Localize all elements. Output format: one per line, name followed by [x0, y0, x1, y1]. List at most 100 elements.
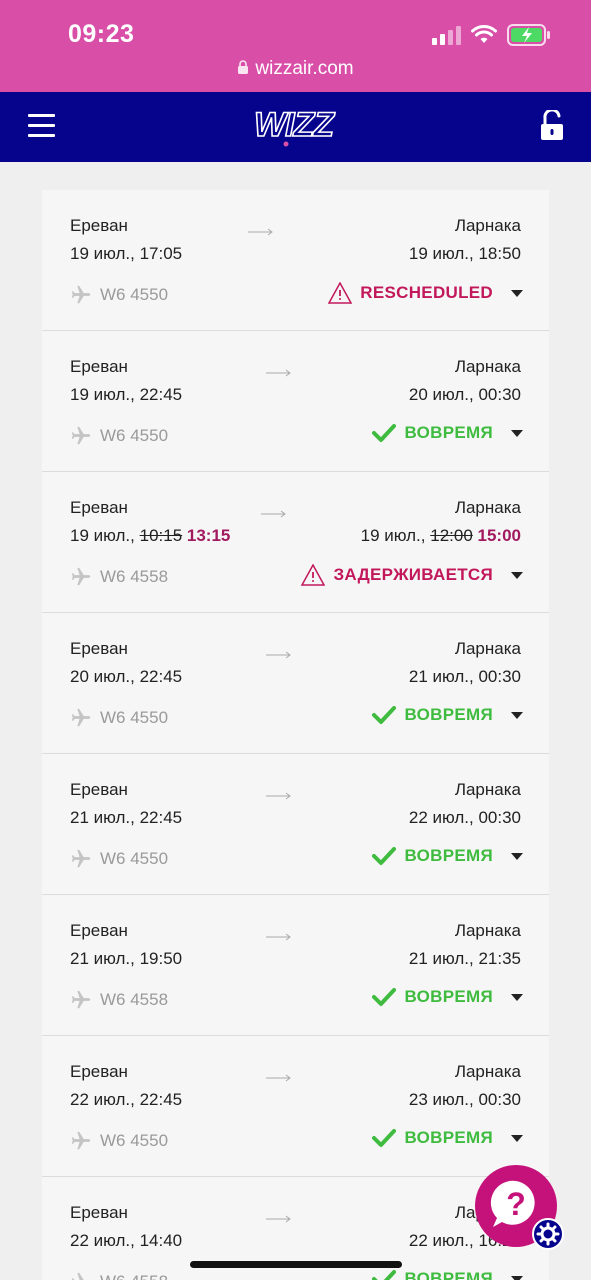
arrival-time: 19 июл., 18:50 [408, 244, 521, 263]
checkmark-icon [372, 847, 397, 865]
chevron-down-icon[interactable] [511, 1134, 523, 1142]
flight-number: W6 4550 [70, 707, 168, 729]
status-on-time[interactable]: ВОВРЕМЯ [372, 846, 523, 866]
battery-charging-icon [507, 24, 550, 46]
arrival-city: Ларнака [454, 357, 521, 376]
arrival-city: Ларнака [454, 921, 521, 940]
departure-old-time: 10:15 [139, 526, 183, 545]
url-text: wizzair.com [255, 58, 354, 79]
flight-number: W6 4550 [70, 1130, 168, 1152]
arrow-right-icon [266, 651, 291, 659]
svg-text:WIZZ: WIZZ [254, 106, 335, 144]
flight-number-text: W6 4550 [100, 849, 169, 868]
status-label: ВОВРЕМЯ [404, 846, 493, 865]
status-label: ВОВРЕМЯ [404, 1269, 493, 1280]
checkmark-icon [372, 988, 397, 1006]
arrival-time: 21 июл., 00:30 [408, 667, 521, 686]
chevron-down-icon[interactable] [511, 429, 523, 437]
chevron-down-icon[interactable] [511, 852, 523, 860]
wizz-logo[interactable]: WIZZ [252, 104, 338, 148]
chevron-down-icon[interactable] [511, 711, 523, 719]
departure-city: Ереван [70, 498, 128, 517]
airplane-icon [71, 849, 91, 868]
arrival-city: Ларнака [454, 780, 521, 799]
status-delayed[interactable]: ЗАДЕРЖИВАЕТСЯ [301, 564, 523, 586]
checkmark-icon [372, 1270, 397, 1280]
clock: 09:23 [68, 20, 135, 48]
status-on-time[interactable]: ВОВРЕМЯ [372, 1128, 523, 1148]
flight-number-text: W6 4558 [100, 1272, 168, 1280]
airplane-icon [71, 426, 91, 445]
arrival-time: 19 июл., 12:00 15:00 [361, 526, 521, 546]
padlock-open-icon[interactable] [539, 110, 565, 142]
arrow-right-icon [266, 933, 291, 941]
arrow-right-icon [266, 1215, 291, 1223]
flight-card[interactable]: Ереван Ларнака 20 июл., 22:45 21 июл., 0… [42, 613, 549, 754]
flight-number-text: W6 4558 [100, 990, 169, 1009]
flight-number: W6 4550 [70, 284, 168, 306]
status-on-time[interactable]: ВОВРЕМЯ [372, 987, 523, 1007]
status-on-time[interactable]: ВОВРЕМЯ [372, 705, 523, 725]
departure-time: 21 июл., 22:45 [70, 808, 183, 827]
arrival-time: 20 июл., 00:30 [408, 385, 521, 404]
status-on-time[interactable]: ВОВРЕМЯ [372, 1269, 523, 1280]
flight-number: W6 4550 [70, 848, 168, 870]
warning-icon [328, 282, 353, 304]
hamburger-icon[interactable] [28, 114, 55, 138]
arrival-city: Ларнака [454, 639, 521, 658]
arrival-time: 22 июл., 00:30 [408, 808, 521, 827]
arrival-city: Ларнака [454, 498, 521, 517]
settings-gear-icon[interactable] [532, 1218, 564, 1250]
svg-text:?: ? [506, 1186, 526, 1222]
chevron-down-icon[interactable] [511, 993, 523, 1001]
departure-city: Ереван [70, 216, 128, 235]
flight-card[interactable]: Ереван Ларнака 22 июл., 22:45 23 июл., 0… [42, 1036, 549, 1177]
checkmark-icon [372, 424, 397, 442]
home-indicator[interactable] [190, 1261, 402, 1268]
checkmark-icon [372, 1129, 397, 1147]
flight-card[interactable]: Ереван Ларнака 21 июл., 19:50 21 июл., 2… [42, 895, 549, 1036]
flight-card[interactable]: Ереван Ларнака 19 июл., 22:45 20 июл., 0… [42, 331, 549, 472]
status-rescheduled[interactable]: RESCHEDULED [328, 282, 523, 304]
flight-number-text: W6 4558 [100, 567, 169, 586]
arrival-time: 23 июл., 00:30 [408, 1090, 521, 1109]
site-header: WIZZ [0, 92, 591, 162]
chevron-down-icon[interactable] [511, 571, 523, 579]
airplane-icon [71, 285, 91, 304]
flight-card[interactable]: Ереван Ларнака 19 июл., 17:05 19 июл., 1… [42, 190, 549, 331]
status-label: ЗАДЕРЖИВАЕТСЯ [333, 565, 493, 584]
status-on-time[interactable]: ВОВРЕМЯ [372, 423, 523, 443]
arrow-right-icon [266, 1074, 291, 1082]
flight-card[interactable]: Ереван Ларнака 19 июл., 10:15 13:15 19 и… [42, 472, 549, 613]
status-icons [432, 22, 551, 48]
departure-date: 19 июл., [70, 526, 135, 545]
arrow-right-icon [266, 369, 291, 377]
chevron-down-icon[interactable] [511, 289, 523, 297]
departure-city: Ереван [70, 780, 128, 799]
departure-city: Ереван [70, 1203, 128, 1222]
departure-city: Ереван [70, 357, 128, 376]
arrival-new-time: 15:00 [477, 526, 521, 545]
status-label: ВОВРЕМЯ [404, 1128, 493, 1147]
flight-number: W6 4558 [70, 989, 168, 1011]
status-label: ВОВРЕМЯ [404, 423, 493, 442]
arrow-right-icon [266, 792, 291, 800]
address-bar[interactable]: wizzair.com [0, 58, 591, 80]
flight-card[interactable]: Ереван Ларнака 21 июл., 22:45 22 июл., 0… [42, 754, 549, 895]
flight-number-text: W6 4550 [100, 285, 169, 304]
airplane-icon [71, 708, 91, 727]
flight-number: W6 4558 [70, 1271, 168, 1280]
airplane-icon [71, 567, 91, 586]
flight-number-text: W6 4550 [100, 708, 169, 727]
airplane-icon [71, 1272, 91, 1280]
departure-time: 19 июл., 10:15 13:15 [70, 526, 230, 546]
wifi-icon [471, 25, 497, 43]
departure-time: 21 июл., 19:50 [70, 949, 183, 968]
chevron-down-icon[interactable] [511, 1275, 523, 1280]
cellular-signal-icon [432, 25, 461, 45]
departure-city: Ереван [70, 1062, 128, 1081]
arrival-city: Ларнака [454, 1062, 521, 1081]
status-label: RESCHEDULED [360, 283, 493, 302]
status-label: ВОВРЕМЯ [404, 987, 493, 1006]
arrival-city: Ларнака [454, 216, 521, 235]
